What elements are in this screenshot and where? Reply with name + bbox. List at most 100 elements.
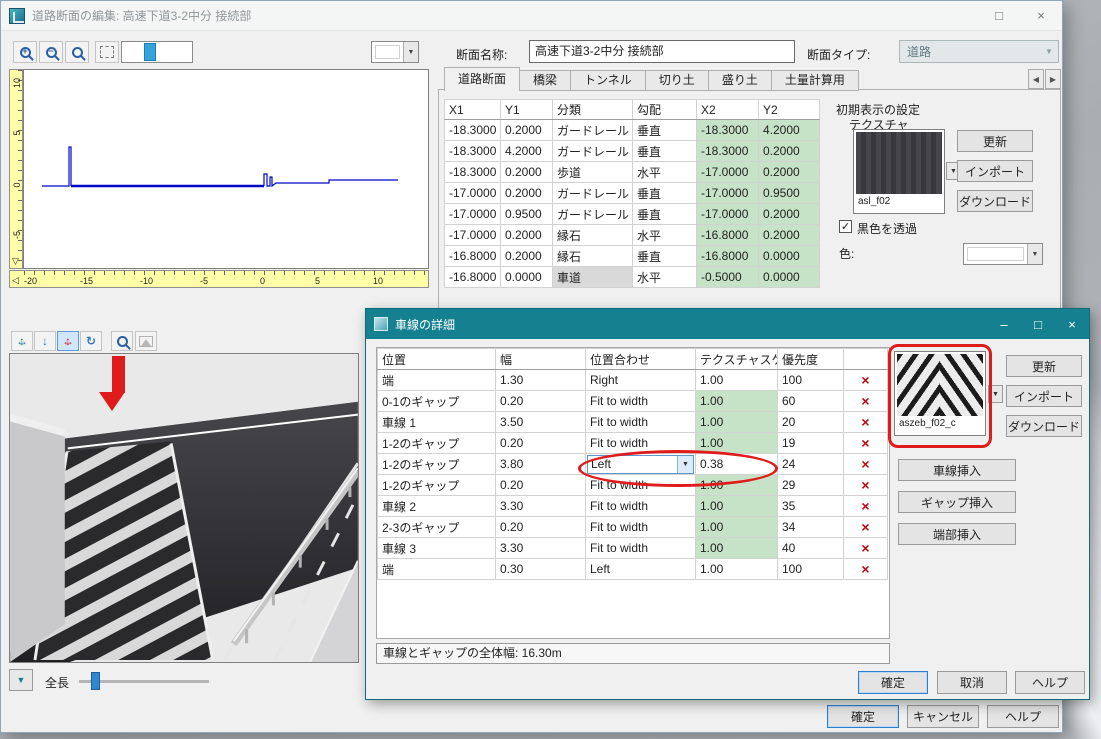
lane-table-row[interactable]: 0-1のギャップ0.20Fit to width1.0060×: [378, 391, 888, 412]
section-table-cell[interactable]: ガードレール: [553, 183, 633, 204]
delete-row-icon[interactable]: ×: [861, 477, 869, 493]
ok-button[interactable]: 確定: [827, 705, 899, 728]
section-table-cell[interactable]: 0.2000: [501, 225, 553, 246]
delete-row-cell[interactable]: ×: [844, 559, 888, 580]
close-button[interactable]: ×: [1055, 309, 1089, 339]
section-table-row[interactable]: -17.00000.2000ガードレール垂直-17.00000.9500: [445, 183, 820, 204]
lane-position-cell[interactable]: 1-2のギャップ: [378, 454, 496, 475]
section-table-cell[interactable]: -16.8000: [445, 246, 501, 267]
section-table-cell[interactable]: 0.0000: [759, 267, 820, 288]
free-move-button[interactable]: ↔↕: [57, 331, 79, 351]
lane-priority-cell[interactable]: 20: [778, 412, 844, 433]
section-table-cell[interactable]: 0.0000: [759, 246, 820, 267]
section-table-cell[interactable]: 水平: [633, 225, 697, 246]
lane-table-row[interactable]: 車線 13.50Fit to width1.0020×: [378, 412, 888, 433]
delete-row-cell[interactable]: ×: [844, 412, 888, 433]
lane-align-cell[interactable]: Fit to width: [586, 496, 696, 517]
lane-texture-download-button[interactable]: ダウンロード: [1006, 415, 1082, 437]
lane-scale-cell[interactable]: 1.00: [696, 433, 778, 454]
section-table-row[interactable]: -16.80000.2000縁石垂直-16.80000.0000: [445, 246, 820, 267]
lane-position-cell[interactable]: 端: [378, 370, 496, 391]
section-table-row[interactable]: -17.00000.2000縁石水平-16.80000.2000: [445, 225, 820, 246]
section-table-cell[interactable]: 0.9500: [759, 183, 820, 204]
delete-row-icon[interactable]: ×: [861, 456, 869, 472]
section-table-cell[interactable]: -18.3000: [445, 141, 501, 162]
delete-row-cell[interactable]: ×: [844, 475, 888, 496]
tab-3-トンネル[interactable]: トンネル: [571, 70, 646, 91]
help-button[interactable]: ヘルプ: [987, 705, 1059, 728]
lane-width-cell[interactable]: 0.20: [496, 517, 586, 538]
section-table-cell[interactable]: -17.0000: [445, 225, 501, 246]
lane-position-cell[interactable]: 車線 1: [378, 412, 496, 433]
delete-row-cell[interactable]: ×: [844, 538, 888, 559]
section-table-row[interactable]: -17.00000.9500ガードレール垂直-17.00000.2000: [445, 204, 820, 225]
tab-scroll-right-button[interactable]: ▶: [1045, 69, 1061, 89]
zoom-3d-button[interactable]: [111, 331, 133, 351]
tab-4-切り土[interactable]: 切り土: [646, 70, 709, 91]
delete-row-icon[interactable]: ×: [861, 372, 869, 388]
section-name-input[interactable]: 高速下道3-2中分 接続部: [529, 40, 795, 63]
lane-priority-cell[interactable]: 100: [778, 559, 844, 580]
section-table-cell[interactable]: 4.2000: [501, 141, 553, 162]
section-table-cell[interactable]: -17.0000: [697, 183, 759, 204]
road-3d-viewport[interactable]: [9, 353, 359, 663]
lane-width-cell[interactable]: 0.20: [496, 475, 586, 496]
section-table-cell[interactable]: -16.8000: [697, 246, 759, 267]
section-table-cell[interactable]: 4.2000: [759, 120, 820, 141]
maximize-button[interactable]: □: [1021, 309, 1055, 339]
chevron-down-icon[interactable]: ▼: [677, 456, 693, 473]
insert-gap-button[interactable]: ギャップ挿入: [898, 491, 1016, 513]
section-table-cell[interactable]: 0.2000: [759, 162, 820, 183]
plot-canvas[interactable]: [23, 69, 429, 269]
tab-2-橋梁[interactable]: 橋梁: [520, 70, 571, 91]
chevron-down-icon[interactable]: ▼: [1027, 244, 1042, 264]
section-table-cell[interactable]: 0.2000: [501, 183, 553, 204]
section-table-cell[interactable]: 水平: [633, 162, 697, 183]
insert-lane-button[interactable]: 車線挿入: [898, 459, 1016, 481]
texture-download-button[interactable]: ダウンロード: [957, 190, 1033, 212]
delete-row-cell[interactable]: ×: [844, 391, 888, 412]
lane-priority-cell[interactable]: 100: [778, 370, 844, 391]
close-button[interactable]: ×: [1020, 1, 1062, 31]
section-table-cell[interactable]: -17.0000: [697, 162, 759, 183]
lane-priority-cell[interactable]: 35: [778, 496, 844, 517]
align-combobox[interactable]: Left▼: [587, 455, 694, 474]
zoom-out-button[interactable]: −: [39, 41, 63, 63]
lane-table-row[interactable]: 車線 23.30Fit to width1.0035×: [378, 496, 888, 517]
lane-texture-preview[interactable]: aszeb_f02_c: [894, 351, 986, 436]
minimize-button[interactable]: –: [987, 309, 1021, 339]
section-table-cell[interactable]: -18.3000: [445, 162, 501, 183]
chevron-down-icon[interactable]: ▼: [403, 42, 418, 62]
collapse-panel-button[interactable]: ▼: [9, 669, 33, 691]
lane-table-row[interactable]: 端1.30Right1.00100×: [378, 370, 888, 391]
lane-align-cell[interactable]: Left: [586, 559, 696, 580]
move-down-button[interactable]: ↓: [34, 331, 56, 351]
section-table-cell[interactable]: ガードレール: [553, 120, 633, 141]
orbit-button[interactable]: ↻: [80, 331, 102, 351]
lane-priority-cell[interactable]: 19: [778, 433, 844, 454]
main-titlebar[interactable]: 道路断面の編集: 高速下道3-2中分 接続部 □ ×: [1, 1, 1062, 31]
lane-scale-cell[interactable]: 1.00: [696, 538, 778, 559]
length-slider-handle[interactable]: [91, 672, 100, 690]
section-table-row[interactable]: -16.80000.0000車道水平-0.50000.0000: [445, 267, 820, 288]
lane-priority-cell[interactable]: 34: [778, 517, 844, 538]
dialog-titlebar[interactable]: 車線の詳細 – □ ×: [366, 309, 1089, 339]
lane-position-cell[interactable]: 車線 3: [378, 538, 496, 559]
section-table-row[interactable]: -18.30004.2000ガードレール垂直-18.30000.2000: [445, 141, 820, 162]
lane-width-cell[interactable]: 0.20: [496, 433, 586, 454]
section-table-cell[interactable]: 水平: [633, 267, 697, 288]
transparent-black-checkbox[interactable]: ✓: [839, 220, 852, 233]
section-table-cell[interactable]: 垂直: [633, 141, 697, 162]
lane-priority-cell[interactable]: 24: [778, 454, 844, 475]
snapshot-button[interactable]: [135, 331, 157, 351]
lane-align-cell[interactable]: Fit to width: [586, 538, 696, 559]
lane-align-cell[interactable]: Left▼: [586, 454, 696, 475]
lane-priority-cell[interactable]: 29: [778, 475, 844, 496]
zoom-in-button[interactable]: +: [13, 41, 37, 63]
dialog-help-button[interactable]: ヘルプ: [1015, 671, 1085, 694]
tab-5-盛り土[interactable]: 盛り土: [709, 70, 772, 91]
section-table-cell[interactable]: -17.0000: [697, 204, 759, 225]
lane-texture-dropdown-button[interactable]: ▼: [988, 385, 1003, 403]
texture-update-button[interactable]: 更新: [957, 130, 1033, 152]
lane-align-cell[interactable]: Fit to width: [586, 391, 696, 412]
